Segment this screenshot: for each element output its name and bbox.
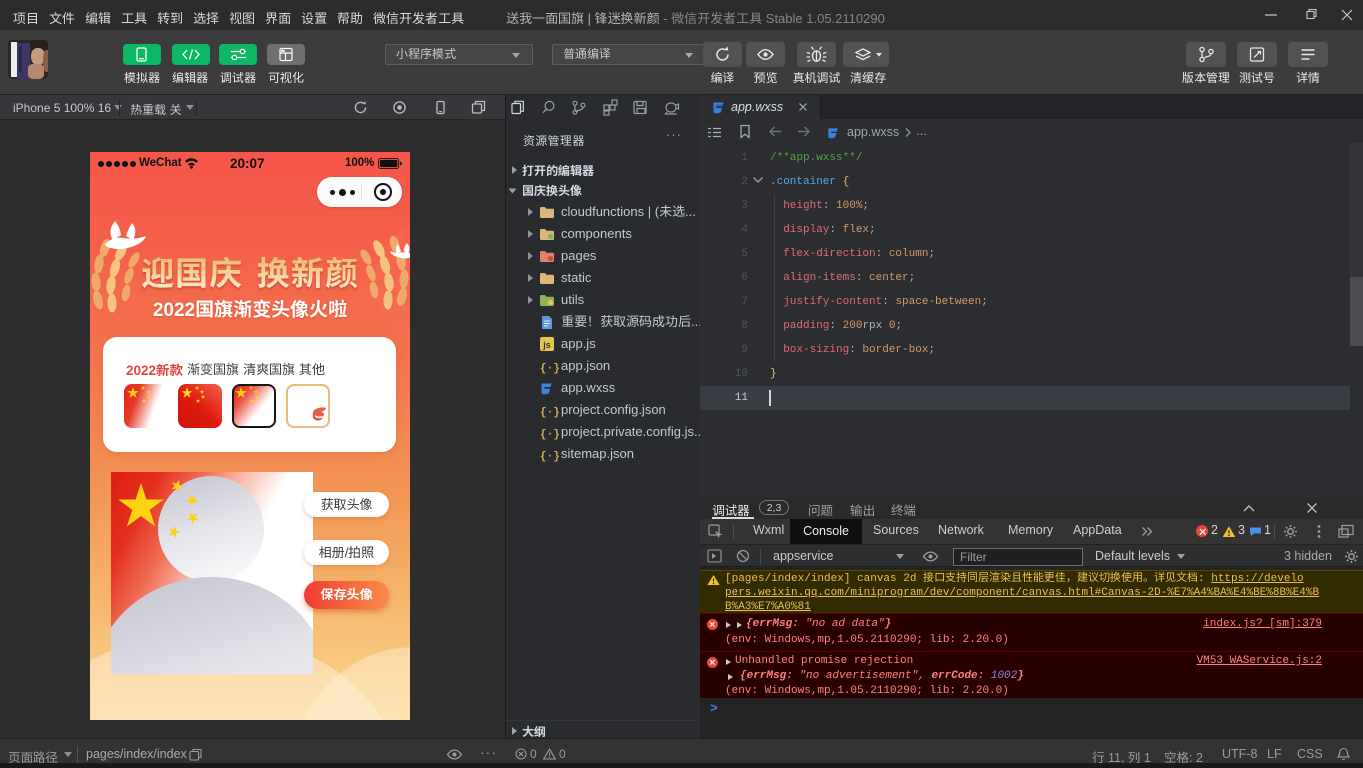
svg-text:js: js (542, 340, 551, 350)
